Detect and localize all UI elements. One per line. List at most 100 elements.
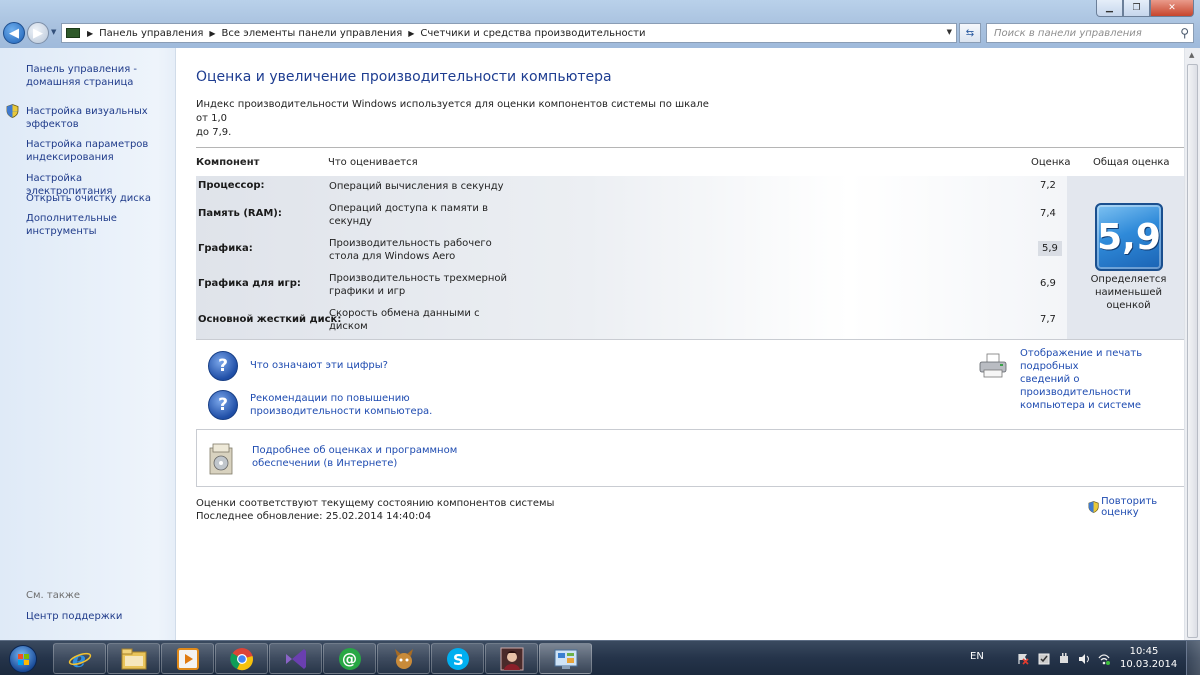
taskbar-image-app[interactable] [485, 643, 538, 674]
windows-logo-icon [9, 644, 37, 673]
online-info-link[interactable]: Подробнее об оценках и программном обесп… [252, 444, 457, 470]
row-what: Скорость обмена данными с диском [329, 308, 480, 332]
header-component: Компонент [196, 157, 260, 168]
taskbar-skype[interactable]: S [431, 643, 484, 674]
question-icon[interactable]: ? [208, 390, 238, 420]
intro-line: Индекс производительности Windows исполь… [196, 99, 709, 124]
mail-agent-icon: @ [338, 647, 361, 670]
recent-pages-dropdown[interactable]: ▼ [51, 28, 56, 36]
rerun-label: Повторить оценку [1101, 496, 1158, 518]
sidebar-item-label: Настройка параметров [26, 139, 149, 150]
sidebar-home-link[interactable]: Панель управления - домашняя страница [26, 63, 171, 89]
row-component: Графика для игр: [198, 278, 301, 289]
search-icon[interactable]: ⚲ [1180, 26, 1189, 40]
base-score-label: Определяется наименьшей оценкой [1090, 274, 1167, 311]
visual-studio-icon [285, 648, 306, 669]
taskbar-mail-agent[interactable]: @ [323, 643, 376, 674]
address-dropdown-icon[interactable]: ▼ [947, 28, 952, 36]
portrait-image-icon [500, 647, 523, 670]
rerun-assessment-link[interactable]: Повторить оценку [1088, 496, 1184, 518]
maximize-button[interactable]: ❐ [1123, 0, 1150, 17]
refresh-icon: ⇆ [965, 27, 975, 39]
minimize-button[interactable]: ▁ [1096, 0, 1123, 17]
taskbar: e @ S EN 10:45 10.03.2014 [0, 640, 1200, 675]
scroll-up-icon[interactable]: ▲ [1189, 51, 1194, 59]
last-update-line: Последнее обновление: 25.02.2014 14:40:0… [196, 511, 432, 522]
taskbar-visual-studio[interactable] [269, 643, 322, 674]
system-tray: EN 10:45 10.03.2014 [960, 641, 1200, 675]
address-bar[interactable]: ▶ Панель управления ▶ Все элементы панели… [61, 23, 957, 43]
row-what: Операций доступа к памяти в секунду [329, 203, 488, 227]
security-icon[interactable] [1038, 653, 1050, 665]
taskbar-chrome[interactable] [215, 643, 268, 674]
status-text: Оценки соответствуют текущему состоянию … [196, 497, 554, 523]
breadcrumb-control-panel[interactable]: Панель управления ▶ [99, 28, 221, 39]
breadcrumb-all-items[interactable]: Все элементы панели управления ▶ [222, 28, 421, 39]
chrome-icon [229, 647, 253, 670]
shield-icon [1088, 501, 1099, 513]
sidebar-item-label: индексирования [26, 152, 114, 163]
row-what: Производительность рабочего стола для Win… [329, 238, 492, 262]
sidebar-home-line2: домашняя страница [26, 77, 134, 88]
vertical-scrollbar[interactable]: ▲ [1184, 48, 1200, 640]
show-desktop-button[interactable] [1186, 641, 1200, 675]
skype-icon: S [446, 647, 469, 670]
what-numbers-link[interactable]: Что означают эти цифры? [250, 359, 388, 372]
row-what: Операций вычисления в секунду [329, 181, 504, 192]
power-icon[interactable] [1058, 653, 1070, 665]
row-component: Память (RAM): [198, 208, 282, 219]
printer-icon [979, 353, 1007, 378]
print-details-link[interactable]: Отображение и печать подробных сведений … [1020, 347, 1184, 412]
row-score: 7,7 [1040, 314, 1056, 325]
taskbar-control-panel[interactable] [539, 643, 592, 674]
table-divider [196, 339, 1190, 340]
taskbar-game-app[interactable] [377, 643, 430, 674]
question-icon[interactable]: ? [208, 351, 238, 381]
character-icon [394, 648, 413, 669]
language-indicator[interactable]: EN [970, 651, 984, 662]
breadcrumb-performance[interactable]: Счетчики и средства производительности [420, 28, 645, 39]
row-score: 7,2 [1040, 180, 1056, 191]
clock[interactable]: 10:45 10.03.2014 [1120, 645, 1178, 671]
forward-button[interactable]: ▶ [27, 22, 49, 44]
volume-icon[interactable] [1078, 653, 1090, 665]
header-base-score: Общая оценка [1093, 157, 1170, 168]
sidebar-item-label: Настройка визуальных [26, 106, 148, 117]
start-button[interactable] [2, 642, 44, 675]
taskbar-internet-explorer[interactable]: e [53, 643, 106, 674]
arrow-left-icon: ◀ [9, 25, 19, 41]
page-title: Оценка и увеличение производительности к… [196, 69, 612, 85]
see-also-heading: См. также [26, 590, 81, 601]
intro-text: Индекс производительности Windows исполь… [196, 98, 716, 140]
scrollbar-thumb[interactable] [1187, 64, 1198, 638]
sidebar-item-visual-effects[interactable]: Настройка визуальных эффектов [26, 105, 171, 131]
breadcrumb-root-arrow[interactable]: ▶ [85, 29, 99, 38]
support-center-link[interactable]: Центр поддержки [26, 610, 171, 623]
row-score-lowest: 5,9 [1038, 241, 1062, 256]
taskbar-media-player[interactable] [161, 643, 214, 674]
sidebar-item-indexing[interactable]: Настройка параметров индексирования [26, 138, 171, 164]
window-titlebar: ▁ ❐ ✕ ◀ ▶ ▼ ▶ Панель управления ▶ Все эле… [0, 0, 1200, 48]
sidebar-item-disk-cleanup[interactable]: Открыть очистку диска [26, 192, 171, 205]
flag-error-icon[interactable] [1017, 653, 1029, 665]
row-component: Процессор: [198, 180, 265, 191]
svg-text:@: @ [342, 650, 357, 668]
main-content: ? Оценка и увеличение производительности… [177, 48, 1198, 640]
search-input[interactable]: Поиск в панели управления ⚲ [986, 23, 1194, 43]
refresh-button[interactable]: ⇆ [959, 23, 981, 43]
control-panel-icon [554, 649, 577, 669]
base-score-badge: 5,9 [1095, 203, 1163, 271]
network-icon[interactable] [1098, 653, 1110, 665]
clock-date: 10.03.2014 [1120, 659, 1178, 670]
header-score: Оценка [1031, 157, 1071, 168]
tips-link[interactable]: Рекомендации по повышению производительн… [250, 392, 432, 418]
score-table: Компонент Что оценивается Оценка Общая о… [196, 147, 1190, 340]
sidebar-item-label: Открыть очистку диска [26, 193, 151, 204]
row-component: Основной жесткий диск: [198, 314, 342, 325]
close-button[interactable]: ✕ [1150, 0, 1194, 17]
back-button[interactable]: ◀ [3, 22, 25, 44]
table-divider [196, 147, 1190, 148]
sidebar-item-advanced-tools[interactable]: Дополнительные инструменты [26, 212, 171, 238]
taskbar-explorer[interactable] [107, 643, 160, 674]
online-info-box: Подробнее об оценках и программном обесп… [196, 429, 1190, 487]
